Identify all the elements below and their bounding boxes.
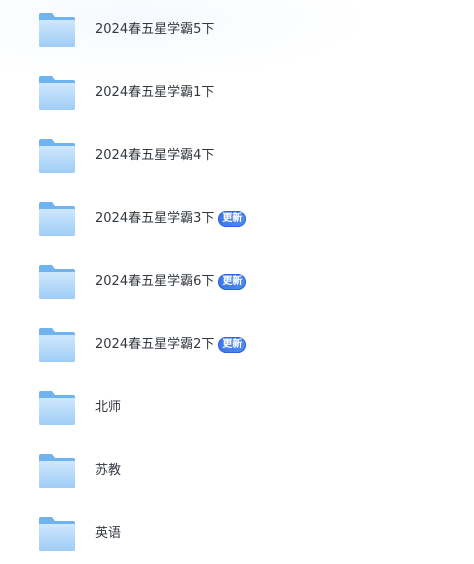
folder-name: 苏教 — [95, 462, 121, 480]
folder-name-text: 苏教 — [95, 463, 122, 478]
folder-name-text: 2024春五星学霸4下 — [95, 148, 215, 163]
folder-name: 2024春五星学霸5下 — [95, 21, 214, 39]
folder-name-text: 英语 — [95, 526, 122, 541]
folder-icon — [38, 201, 76, 237]
file-list: 2024春五星学霸5下 2024春五星学霸1下 2024春五星学霸4下 2024… — [0, 0, 474, 559]
folder-row[interactable]: 2024春五星学霸3下 更新 — [0, 189, 474, 249]
update-badge: 更新 — [218, 211, 247, 227]
update-badge: 更新 — [218, 337, 247, 353]
folder-row[interactable]: 苏教 — [0, 441, 474, 501]
folder-name: 2024春五星学霸2下 更新 — [95, 336, 247, 354]
folder-row[interactable]: 2024春五星学霸5下 — [0, 0, 474, 60]
folder-name-text: 2024春五星学霸2下 — [95, 337, 215, 352]
folder-row[interactable]: 2024春五星学霸1下 — [0, 63, 474, 123]
folder-row[interactable]: 英语 — [0, 504, 474, 564]
folder-icon — [38, 516, 76, 552]
folder-name-text: 北师 — [95, 400, 122, 415]
folder-row[interactable]: 2024春五星学霸2下 更新 — [0, 315, 474, 375]
folder-row[interactable]: 2024春五星学霸6下 更新 — [0, 252, 474, 312]
folder-name: 2024春五星学霸6下 更新 — [95, 273, 247, 291]
folder-icon — [38, 453, 76, 489]
folder-icon — [38, 138, 76, 174]
folder-icon — [38, 75, 76, 111]
folder-name-text: 2024春五星学霸6下 — [95, 274, 215, 289]
folder-icon — [38, 12, 76, 48]
folder-name: 北师 — [95, 399, 121, 417]
folder-name-text: 2024春五星学霸3下 — [95, 211, 215, 226]
folder-icon — [38, 264, 76, 300]
update-badge: 更新 — [218, 274, 247, 290]
folder-name-text: 2024春五星学霸1下 — [95, 85, 215, 100]
folder-name: 英语 — [95, 525, 121, 543]
folder-row[interactable]: 北师 — [0, 378, 474, 438]
folder-name: 2024春五星学霸3下 更新 — [95, 210, 247, 228]
folder-row[interactable]: 2024春五星学霸4下 — [0, 126, 474, 186]
folder-icon — [38, 327, 76, 363]
folder-name: 2024春五星学霸4下 — [95, 147, 214, 165]
folder-name: 2024春五星学霸1下 — [95, 84, 214, 102]
folder-icon — [38, 390, 76, 426]
folder-name-text: 2024春五星学霸5下 — [95, 22, 215, 37]
